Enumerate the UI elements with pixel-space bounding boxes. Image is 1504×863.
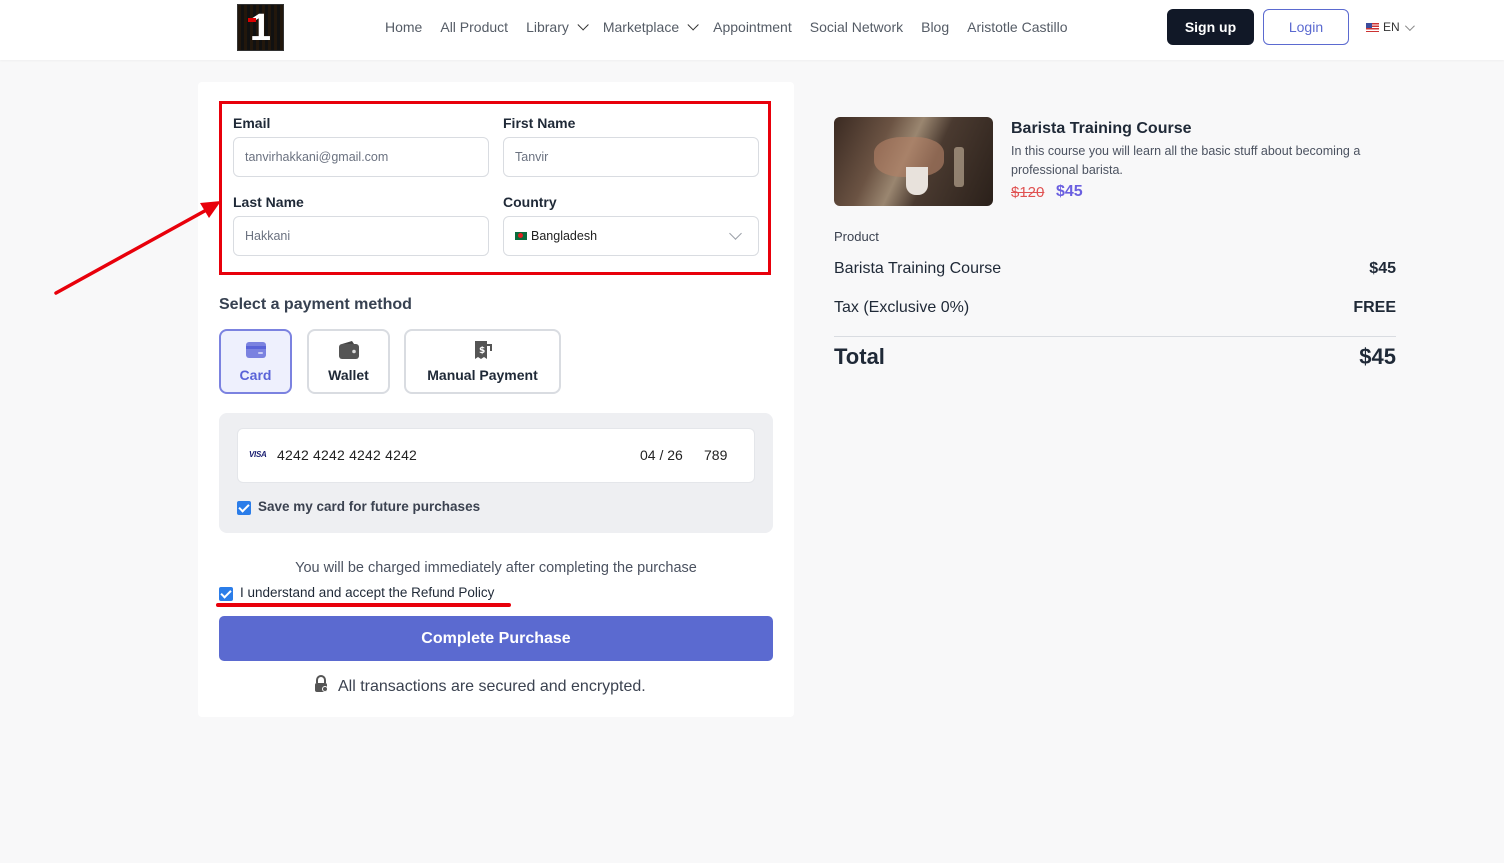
product-heading: Product	[834, 229, 879, 244]
security-note: All transactions are secured and encrypt…	[313, 675, 646, 698]
us-flag-icon	[1366, 22, 1379, 32]
language-label: EN	[1383, 20, 1400, 34]
original-price: $120	[1011, 184, 1045, 201]
chevron-down-icon	[687, 19, 699, 31]
summary-row-product: Barista Training Course $45	[834, 260, 1396, 277]
nav-store-owner[interactable]: Aristotle Castillo	[967, 19, 1067, 35]
save-card-checkbox[interactable]	[237, 501, 251, 515]
summary-total: Total $45	[834, 344, 1396, 369]
nav-blog[interactable]: Blog	[921, 19, 949, 35]
nav-library[interactable]: Library	[526, 19, 589, 35]
card-expiry-value[interactable]: 04 / 26	[640, 447, 683, 463]
annotation-underline	[216, 603, 511, 607]
language-selector[interactable]: EN	[1366, 20, 1415, 34]
svg-text:$: $	[479, 346, 485, 356]
charge-notice: You will be charged immediately after co…	[295, 560, 697, 576]
card-icon	[245, 340, 267, 360]
payment-method-wallet[interactable]: Wallet	[307, 329, 390, 394]
chevron-down-icon	[577, 19, 589, 31]
nav-marketplace[interactable]: Marketplace	[603, 19, 699, 35]
top-navbar: 1 Home All Product Library Marketplace A…	[0, 0, 1504, 60]
summary-divider	[834, 336, 1396, 337]
visa-icon: VISA	[249, 450, 267, 459]
summary-row-tax: Tax (Exclusive 0%) FREE	[834, 299, 1396, 316]
payment-method-card[interactable]: Card	[219, 329, 292, 394]
save-card-label: Save my card for future purchases	[258, 499, 481, 514]
course-thumbnail	[834, 117, 993, 206]
login-button[interactable]: Login	[1263, 9, 1349, 45]
course-title: Barista Training Course	[1011, 120, 1192, 137]
chevron-down-icon	[1404, 20, 1415, 31]
signup-button[interactable]: Sign up	[1167, 9, 1254, 45]
card-cvc-value[interactable]: 789	[704, 447, 727, 463]
annotation-highlight-box	[219, 101, 771, 275]
nav-social-network[interactable]: Social Network	[810, 19, 903, 35]
payment-method-title: Select a payment method	[219, 296, 412, 313]
complete-purchase-button[interactable]: Complete Purchase	[219, 616, 773, 661]
refund-policy-label[interactable]: I understand and accept the Refund Polic…	[240, 585, 494, 600]
nav-home[interactable]: Home	[385, 19, 422, 35]
wallet-icon	[338, 340, 360, 360]
receipt-icon: $	[472, 340, 494, 360]
site-logo[interactable]: 1	[237, 4, 284, 51]
main-nav: Home All Product Library Marketplace App…	[385, 19, 1086, 35]
refund-policy-checkbox[interactable]	[219, 587, 233, 601]
lock-icon	[313, 675, 329, 698]
course-description: In this course you will learn all the ba…	[1011, 144, 1361, 177]
card-number-value[interactable]: 4242 4242 4242 4242	[277, 447, 417, 463]
nav-appointment[interactable]: Appointment	[713, 19, 792, 35]
payment-method-manual[interactable]: $ Manual Payment	[404, 329, 561, 394]
sale-price: $45	[1056, 183, 1083, 200]
nav-all-product[interactable]: All Product	[440, 19, 508, 35]
